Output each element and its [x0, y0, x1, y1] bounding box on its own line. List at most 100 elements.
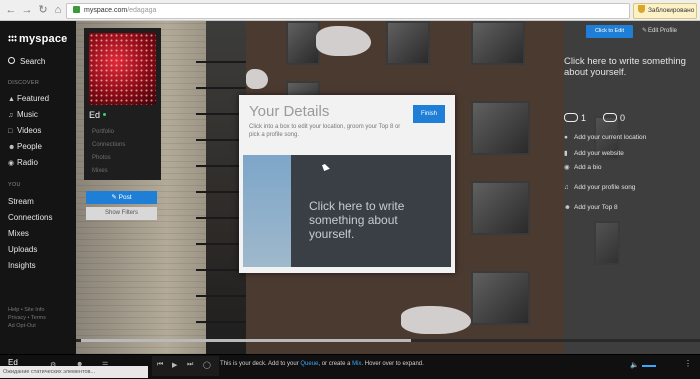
people-icon: ☻ [564, 204, 571, 211]
deck-message: This is your deck. Add to your Queue, or… [220, 361, 424, 367]
video-icon: □ [8, 128, 13, 135]
scrollbar-thumb[interactable] [81, 339, 411, 342]
profile-name: Ed [89, 110, 107, 120]
footer-line-adoptout[interactable]: Ad Opt-Out [8, 322, 46, 330]
add-bio-link[interactable]: ◉ Add a bio [564, 163, 601, 171]
music-note-icon: ♫ [564, 184, 569, 191]
more-options-icon[interactable]: ⋮ [684, 359, 692, 368]
browser-status-bar: Ожидание статических элементов... [0, 366, 148, 378]
nav-item-label: Featured [17, 94, 50, 103]
bio-icon: ◉ [564, 164, 570, 171]
deck-text: This is your deck. Add to your [220, 361, 301, 367]
nav-item-uploads[interactable]: Uploads [8, 245, 37, 254]
add-bio-label: Add a bio [574, 164, 602, 171]
nav-item-label: Videos [17, 126, 42, 135]
post-icon: ✎ [111, 194, 119, 201]
connect-icon[interactable]: ◯ [203, 361, 211, 369]
post-button[interactable]: ✎ Post [86, 191, 157, 204]
editor-image-strip [243, 155, 291, 267]
nav-item-connections[interactable]: Connections [8, 213, 52, 222]
profile-link-connections[interactable]: Connections [92, 142, 125, 148]
search-label: Search [20, 57, 46, 66]
nav-item-label: Radio [17, 158, 38, 167]
online-dot-icon [103, 113, 107, 116]
address-bar[interactable]: myspace.com/edagaga [66, 3, 630, 19]
nav-item-stream[interactable]: Stream [8, 197, 34, 206]
nav-item-mixes[interactable]: Mixes [8, 229, 29, 238]
dialog-description: Click into a box to edit your location, … [249, 124, 401, 138]
about-prompt-right[interactable]: Click here to write something about your… [564, 56, 694, 78]
profile-main: Ed Portfolio Connections Photos Mixes ✎ … [76, 21, 700, 354]
logo-text: myspace [19, 33, 68, 45]
url-path: /edagaga [127, 7, 157, 14]
profile-link-mixes[interactable]: Mixes [92, 168, 108, 174]
transport-controls: ⏮ ▶ ⏭ ◯ [152, 356, 219, 376]
nav-item-insights[interactable]: Insights [8, 261, 36, 270]
blocked-content-badge[interactable]: Заблокировано [633, 3, 697, 19]
queue-link[interactable]: Queue [300, 361, 318, 367]
your-details-dialog: Your Details Click into a box to edit yo… [239, 95, 455, 273]
bookmark-icon: ▮ [564, 150, 568, 157]
featured-icon: ▲ [8, 96, 15, 103]
profile-card: Ed Portfolio Connections Photos Mixes [84, 28, 161, 180]
search-button[interactable]: Search [8, 57, 45, 66]
profile-name-text: Ed [89, 110, 101, 120]
connections-icon [564, 113, 578, 122]
mouse-cursor-icon [322, 163, 330, 171]
deck-text: , or create a [318, 361, 353, 367]
forward-icon[interactable]: → [20, 3, 34, 17]
edit-profile-button[interactable]: ✎Edit Profile [642, 25, 677, 38]
add-location-link[interactable]: ● Add your current location [564, 134, 646, 141]
connections-in-icon [603, 113, 618, 122]
play-icon[interactable]: ▶ [172, 361, 177, 369]
dialog-title: Your Details [249, 103, 330, 120]
nav-item-label: Music [17, 110, 38, 119]
nav-item-videos[interactable]: □ Videos [8, 126, 41, 135]
reload-icon[interactable]: ↻ [36, 3, 50, 17]
finish-button[interactable]: Finish [413, 105, 445, 123]
previous-icon[interactable]: ⏮ [157, 361, 163, 369]
add-top8-link[interactable]: ☻ Add your Top 8 [564, 204, 618, 211]
add-website-label: Add your website [574, 150, 624, 157]
footer-line-privacy[interactable]: Privacy • Terms [8, 314, 46, 322]
footer-line-help[interactable]: Help • Site Info [8, 306, 46, 314]
nav-item-people[interactable]: ☻ People [8, 142, 42, 151]
volume-slider[interactable] [642, 365, 656, 367]
deck-text: . Hover over to expand. [361, 361, 424, 367]
url-domain: myspace.com [84, 7, 128, 14]
nav-item-featured[interactable]: ▲ Featured [8, 94, 49, 103]
add-top8-label: Add your Top 8 [574, 204, 618, 211]
next-icon[interactable]: ⏭ [187, 361, 193, 369]
show-filters-button[interactable]: Show Filters [86, 207, 157, 220]
blocked-label: Заблокировано [648, 7, 695, 14]
discover-section-label: DISCOVER [8, 80, 40, 86]
about-write-prompt[interactable]: Click here to write something about your… [309, 199, 439, 241]
about-yourself-editor[interactable]: Click here to write something about your… [243, 155, 451, 267]
secure-lock-icon [73, 6, 80, 13]
nav-item-label: People [17, 142, 42, 151]
logo-dots-icon [8, 35, 17, 42]
profile-avatar[interactable] [89, 33, 156, 105]
nav-item-radio[interactable]: ◉ Radio [8, 158, 38, 167]
footer-links[interactable]: Help • Site Info Privacy • Terms Ad Opt-… [8, 306, 46, 330]
search-icon [8, 57, 15, 64]
radio-icon: ◉ [8, 160, 15, 167]
count-a: 1 [581, 113, 587, 123]
click-to-edit-button[interactable]: Click to Edit [586, 25, 633, 38]
you-section-label: YOU [8, 182, 21, 188]
add-profile-song-label: Add your profile song [574, 184, 636, 191]
add-website-link[interactable]: ▮ Add your website [564, 149, 624, 157]
shield-icon [638, 5, 645, 13]
people-icon: ☻ [8, 144, 16, 151]
profile-link-portfolio[interactable]: Portfolio [92, 129, 114, 135]
nav-item-music[interactable]: ♫ Music [8, 110, 38, 119]
home-icon[interactable]: ⌂ [51, 3, 65, 17]
profile-link-photos[interactable]: Photos [92, 155, 111, 161]
connection-counts: 1 0 [564, 113, 625, 123]
volume-icon[interactable]: 🔈 [630, 361, 639, 369]
add-profile-song-link[interactable]: ♫ Add your profile song [564, 184, 635, 191]
count-b: 0 [620, 113, 626, 123]
left-sidebar: myspace Search DISCOVER ▲ Featured ♫ Music… [0, 21, 76, 354]
myspace-logo[interactable]: myspace [8, 33, 68, 45]
back-icon[interactable]: ← [4, 3, 18, 17]
